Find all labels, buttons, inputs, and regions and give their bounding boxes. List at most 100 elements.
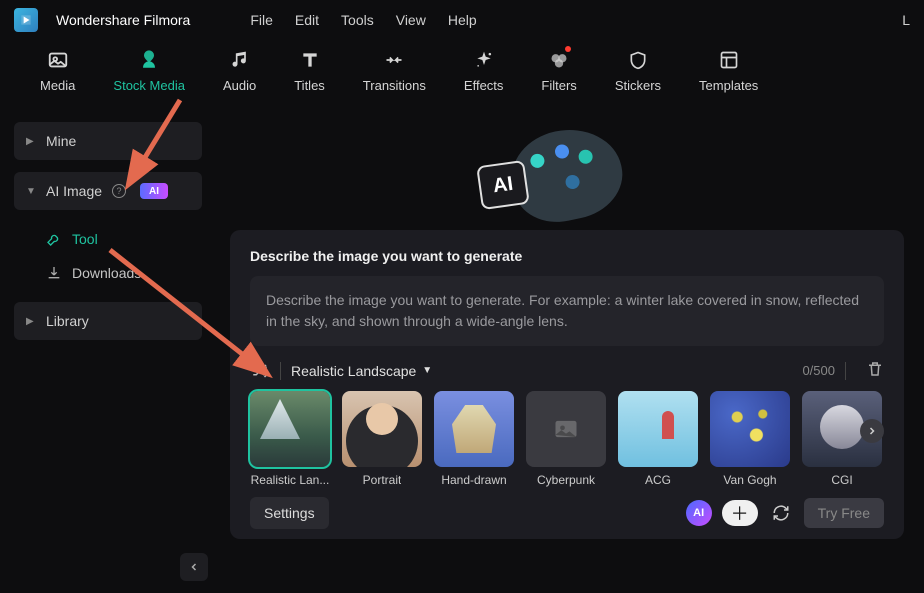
prompt-placeholder: Describe the image you want to generate.… (266, 292, 859, 329)
menubar: Wondershare Filmora File Edit Tools View… (0, 0, 924, 40)
ai-hero-badge: AI (476, 160, 530, 210)
tab-transitions[interactable]: Transitions (363, 48, 426, 93)
tab-media[interactable]: Media (40, 48, 75, 93)
help-icon[interactable]: ? (112, 184, 126, 198)
style-thumb (618, 391, 698, 467)
chevron-down-icon: ▼ (26, 186, 36, 197)
app-title: Wondershare Filmora (56, 12, 190, 28)
tab-label: Filters (541, 78, 576, 93)
notification-dot (565, 46, 571, 52)
styles-next-button[interactable] (860, 419, 884, 443)
style-card-label: CGI (831, 473, 852, 487)
char-count: 0/500 (802, 363, 835, 378)
sidebar-item-mine[interactable]: ▶ Mine (14, 122, 202, 160)
style-select[interactable]: Realistic Landscape ▼ (291, 363, 432, 379)
generate-card: Describe the image you want to generate … (230, 230, 904, 539)
sidebar-item-library[interactable]: ▶ Library (14, 302, 202, 340)
sidebar-sub-tool[interactable]: Tool (14, 222, 202, 256)
download-icon (46, 265, 62, 281)
style-thumb (526, 391, 606, 467)
prompt-input[interactable]: Describe the image you want to generate.… (250, 276, 884, 346)
style-card[interactable]: Realistic Lan... (250, 391, 330, 487)
tab-label: Stickers (615, 78, 661, 93)
sidebar-item-label: Tool (72, 231, 98, 247)
tab-filters[interactable]: Filters (541, 48, 576, 93)
style-card-label: Hand-drawn (441, 473, 506, 487)
tab-stickers[interactable]: Stickers (615, 48, 661, 93)
wrench-icon (46, 231, 62, 247)
style-card[interactable]: ACG (618, 391, 698, 487)
add-button[interactable]: ＋ (722, 500, 758, 526)
audio-icon (228, 48, 252, 72)
hero-illustration: AI (230, 120, 904, 230)
templates-icon (717, 48, 741, 72)
tab-label: Titles (294, 78, 325, 93)
style-thumb (434, 391, 514, 467)
style-card-label: Realistic Lan... (251, 473, 330, 487)
style-card[interactable]: Portrait (342, 391, 422, 487)
tab-label: Templates (699, 78, 758, 93)
shuffle-icon[interactable] (250, 361, 270, 381)
ai-credits-icon[interactable]: AI (686, 500, 712, 526)
titles-icon (298, 48, 322, 72)
stickers-icon (626, 48, 650, 72)
menu-file[interactable]: File (248, 8, 275, 32)
separator (845, 362, 846, 380)
tab-label: Media (40, 78, 75, 93)
tab-effects[interactable]: Effects (464, 48, 504, 93)
style-card-label: Cyberpunk (537, 473, 595, 487)
tab-titles[interactable]: Titles (294, 48, 325, 93)
menu-help[interactable]: Help (446, 8, 479, 32)
sidebar-item-label: Library (46, 313, 89, 329)
style-card[interactable]: Van Gogh (710, 391, 790, 487)
sidebar-item-label: AI Image (46, 183, 102, 199)
menu-tools[interactable]: Tools (339, 8, 376, 32)
stock-media-icon (137, 48, 161, 72)
sidebar-item-ai-image[interactable]: ▼ AI Image ? AI (14, 172, 202, 210)
tab-audio[interactable]: Audio (223, 48, 256, 93)
sidebar-item-label: Mine (46, 133, 76, 149)
tab-label: Transitions (363, 78, 426, 93)
try-free-button[interactable]: Try Free (804, 498, 884, 528)
main-panel: AI Describe the image you want to genera… (216, 110, 924, 593)
settings-button[interactable]: Settings (250, 497, 329, 529)
tab-label: Stock Media (113, 78, 185, 93)
try-free-label: Try Free (818, 505, 870, 521)
refresh-icon[interactable] (768, 500, 794, 526)
media-icon (46, 48, 70, 72)
toolbar: Media Stock Media Audio Titles Transitio… (0, 40, 924, 110)
tab-label: Effects (464, 78, 504, 93)
chevron-down-icon: ▼ (422, 365, 432, 376)
effects-icon (472, 48, 496, 72)
style-card-label: Van Gogh (723, 473, 776, 487)
trash-icon[interactable] (866, 360, 884, 381)
tab-stock-media[interactable]: Stock Media (113, 48, 185, 93)
style-thumb (250, 391, 330, 467)
collapse-sidebar-button[interactable] (180, 553, 208, 581)
style-card-label: ACG (645, 473, 671, 487)
menu-edit[interactable]: Edit (293, 8, 321, 32)
tab-label: Audio (223, 78, 256, 93)
menubar-right: L (902, 12, 910, 28)
menu-view[interactable]: View (394, 8, 428, 32)
style-card[interactable]: Hand-drawn (434, 391, 514, 487)
styles-list: Realistic Lan... Portrait Hand-drawn Cyberp… (250, 391, 884, 487)
style-row: Realistic Landscape ▼ 0/500 (250, 360, 884, 381)
style-select-label: Realistic Landscape (291, 363, 416, 379)
sidebar-sub-downloads[interactable]: Downloads (14, 256, 202, 290)
bottom-bar: Settings AI ＋ Try Free (250, 497, 884, 529)
style-thumb (342, 391, 422, 467)
tab-templates[interactable]: Templates (699, 48, 758, 93)
transitions-icon (382, 48, 406, 72)
app-logo (14, 8, 38, 32)
card-title: Describe the image you want to generate (250, 248, 884, 264)
style-thumb (710, 391, 790, 467)
chevron-right-icon: ▶ (26, 136, 36, 147)
settings-label: Settings (264, 505, 315, 521)
sidebar-item-label: Downloads (72, 265, 141, 281)
style-card[interactable]: Cyberpunk (526, 391, 606, 487)
separator (280, 362, 281, 380)
ai-badge: AI (140, 183, 168, 199)
style-card-label: Portrait (363, 473, 402, 487)
chevron-right-icon: ▶ (26, 316, 36, 327)
